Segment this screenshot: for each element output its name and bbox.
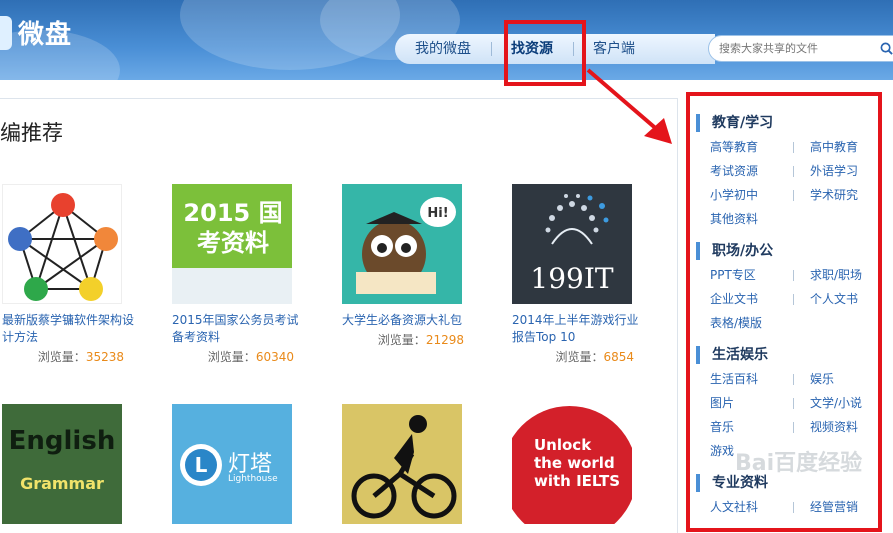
thumbnail[interactable]: 2015 国考资料 xyxy=(172,184,292,304)
category-link[interactable]: 表格/模版 xyxy=(710,314,810,332)
logo[interactable]: 微盘 xyxy=(0,14,72,51)
thumb-subtext: Lighthouse xyxy=(228,474,278,484)
category-link[interactable]: 求职/职场 xyxy=(793,266,878,284)
thumbnail[interactable]: 199IT xyxy=(512,184,632,304)
category-link[interactable]: 经管营销 xyxy=(793,498,878,516)
category-links: PPT专区 求职/职场 企业文书 个人文书 表格/模版 xyxy=(696,266,878,332)
views-label: 浏览量： xyxy=(37,350,86,364)
category-link[interactable]: 文学/小说 xyxy=(793,394,878,412)
card-title[interactable]: 2015年国家公务员考试备考资料 xyxy=(172,312,307,346)
category-link[interactable]: 高等教育 xyxy=(710,138,810,156)
views-number: 6854 xyxy=(603,350,634,364)
views-label: 浏览量： xyxy=(377,333,426,347)
thumbnail[interactable]: L 灯塔 Lighthouse xyxy=(172,404,292,524)
thumbnail[interactable] xyxy=(2,184,122,304)
thumb-line: the world xyxy=(534,454,615,472)
logo-text: 微盘 xyxy=(18,20,73,50)
views-number: 21298 xyxy=(425,333,464,347)
category-education: 教育/学习 高等教育 高中教育 考试资源 外语学习 小学初中 学术研究 其他资料 xyxy=(696,114,878,228)
view-count: 浏览量：60340 xyxy=(172,348,294,365)
resource-card[interactable]: L 灯塔 Lighthouse xyxy=(172,404,322,524)
category-link[interactable]: 企业文书 xyxy=(710,290,810,308)
thumbnail[interactable]: English Grammar xyxy=(2,404,122,524)
resource-card[interactable]: English Grammar xyxy=(2,404,152,524)
category-link[interactable]: 人文社科 xyxy=(710,498,810,516)
category-link[interactable]: 小学初中 xyxy=(710,186,810,204)
category-link[interactable]: 考试资源 xyxy=(710,162,810,180)
category-workplace: 职场/办公 PPT专区 求职/职场 企业文书 个人文书 表格/模版 xyxy=(696,242,878,332)
views-number: 35238 xyxy=(85,350,124,364)
search-box xyxy=(708,35,893,62)
book-pages-decoration xyxy=(172,268,292,304)
category-links: 人文社科 经管营销 xyxy=(696,498,878,516)
resource-card[interactable]: 最新版蔡学镛软件架构设计方法 浏览量：35238 xyxy=(2,184,152,365)
category-link[interactable]: 图片 xyxy=(710,394,810,412)
thumb-subtext: Grammar xyxy=(20,474,104,493)
thumbnail[interactable]: Hi! xyxy=(342,184,462,304)
section-title: 编推荐 xyxy=(0,121,63,145)
category-link[interactable]: PPT专区 xyxy=(710,266,810,284)
thumb-line: Unlock xyxy=(534,436,592,454)
thumb-text: Unlock the world with IELTS xyxy=(534,436,620,490)
category-title[interactable]: 教育/学习 xyxy=(696,114,878,132)
category-link[interactable]: 音乐 xyxy=(710,418,810,436)
category-link[interactable]: 娱乐 xyxy=(793,370,878,388)
top-header: 微盘 我的微盘 找资源 客户端 xyxy=(0,0,893,80)
category-link[interactable]: 高中教育 xyxy=(793,138,878,156)
category-title[interactable]: 职场/办公 xyxy=(696,242,878,260)
card-title[interactable]: 2014年上半年游戏行业报告Top 10 xyxy=(512,312,647,346)
svg-text:L: L xyxy=(195,453,208,477)
owl-book-icon: Hi! xyxy=(356,197,456,294)
nav-my-weipan[interactable]: 我的微盘 xyxy=(395,34,491,64)
category-title[interactable]: 生活娱乐 xyxy=(696,346,878,364)
thumb-line: with IELTS xyxy=(534,472,621,490)
thumb-text: 2015 国考资料 xyxy=(183,199,283,257)
view-count: 浏览量：35238 xyxy=(2,348,124,365)
resource-card[interactable]: 2015 国考资料 2015年国家公务员考试备考资料 浏览量：60340 xyxy=(172,184,322,365)
recommend-panel: 编推荐 最新版蔡学镛软件架构设计方法 浏览量：35238 2015 国考资料 2… xyxy=(0,98,678,533)
pentagon-graph-icon xyxy=(8,193,118,301)
category-link[interactable]: 视频资料 xyxy=(793,418,878,436)
baidu-watermark: Bai百度经验 xyxy=(735,451,863,476)
category-link[interactable]: 生活百科 xyxy=(710,370,810,388)
view-count: 浏览量：6854 xyxy=(512,348,634,365)
card-title[interactable]: 最新版蔡学镛软件架构设计方法 xyxy=(2,312,137,346)
resource-card[interactable]: 199IT 2014年上半年游戏行业报告Top 10 浏览量：6854 xyxy=(512,184,662,365)
card-title[interactable]: 大学生必备资源大礼包 xyxy=(342,312,477,329)
red-arrow-annotation xyxy=(586,68,672,144)
views-number: 60340 xyxy=(255,350,294,364)
logo-icon xyxy=(0,15,12,50)
search-icon[interactable] xyxy=(880,42,893,55)
resource-card[interactable]: Unlock the world with IELTS xyxy=(512,404,662,524)
views-label: 浏览量： xyxy=(207,350,256,364)
thumbnail[interactable] xyxy=(342,404,462,524)
category-link[interactable]: 其他资料 xyxy=(710,210,810,228)
search-input[interactable] xyxy=(719,42,879,55)
category-links: 高等教育 高中教育 考试资源 外语学习 小学初中 学术研究 其他资料 xyxy=(696,138,878,228)
thumb-text: 199IT xyxy=(530,262,614,295)
resource-card[interactable] xyxy=(342,404,492,524)
category-lifestyle: 生活娱乐 生活百科 娱乐 图片 文学/小说 音乐 视频资料 游戏 xyxy=(696,346,878,460)
thumbnail[interactable]: Unlock the world with IELTS xyxy=(512,404,632,524)
view-count: 浏览量：21298 xyxy=(342,331,464,348)
views-label: 浏览量： xyxy=(555,350,604,364)
thumb-text: English xyxy=(8,426,116,456)
bubble-text: Hi! xyxy=(427,206,448,221)
highlight-box xyxy=(504,20,586,86)
dots-burst-icon xyxy=(545,194,609,245)
category-professional: 专业资料 人文社科 经管营销 xyxy=(696,474,878,516)
cyclist-icon xyxy=(351,415,457,519)
lighthouse-logo-icon: L xyxy=(180,444,222,486)
category-link[interactable]: 外语学习 xyxy=(793,162,878,180)
category-link[interactable]: 个人文书 xyxy=(793,290,878,308)
category-link[interactable]: 学术研究 xyxy=(793,186,878,204)
resource-card[interactable]: Hi! 大学生必备资源大礼包 浏览量：21298 xyxy=(342,184,492,348)
